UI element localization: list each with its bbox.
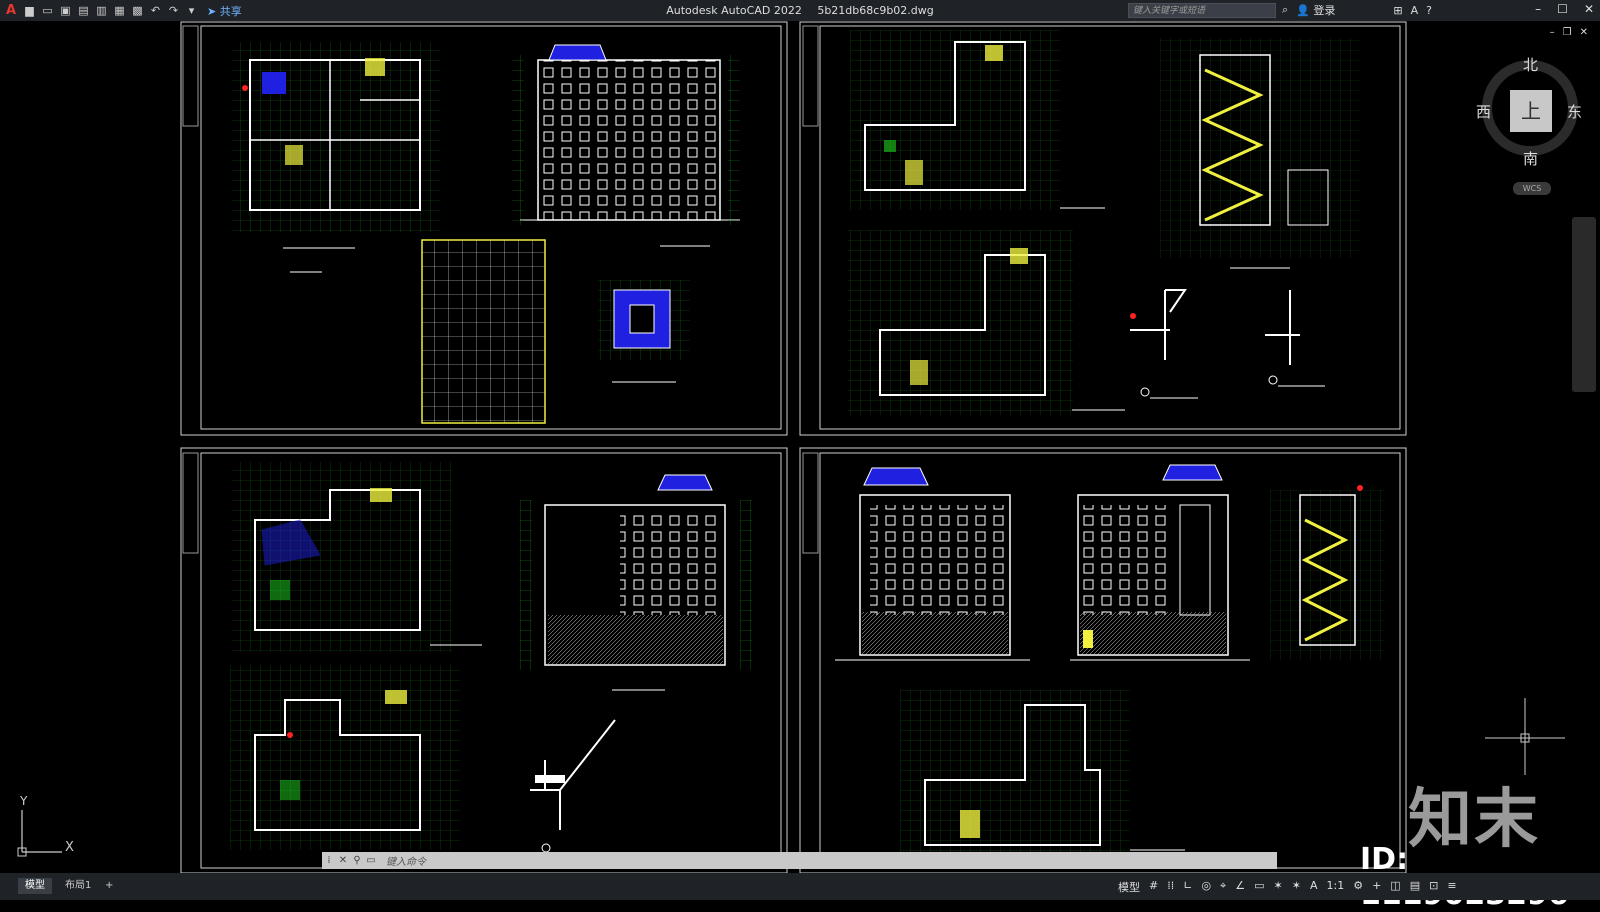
lineweight-icon[interactable]: ▭ bbox=[1254, 879, 1264, 895]
polar-icon[interactable]: ◎ bbox=[1201, 879, 1211, 895]
annotation-scale-value[interactable]: 1:1 bbox=[1327, 879, 1345, 895]
ucs-icon bbox=[17, 810, 62, 857]
command-grip-icon[interactable]: ⁞ bbox=[322, 855, 336, 866]
plus-icon[interactable]: + bbox=[1372, 879, 1381, 895]
tab-model[interactable]: 模型 bbox=[18, 878, 52, 894]
elevation-4 bbox=[1070, 464, 1250, 661]
crosshair-cursor bbox=[1485, 698, 1565, 775]
sheet-3 bbox=[180, 447, 788, 874]
isolate-icon[interactable]: ◫ bbox=[1390, 879, 1400, 895]
compass-north[interactable]: 北 bbox=[1523, 54, 1538, 75]
sheet-1 bbox=[180, 21, 788, 436]
floor-plan-4 bbox=[232, 462, 482, 652]
tab-layout1[interactable]: 布局1 bbox=[58, 878, 98, 894]
command-customize-icon[interactable]: ⚲ bbox=[350, 855, 364, 866]
status-bar: 模型 布局1 + 模型 # ⁞⁞ ∟ ◎ ⌖ ∠ ▭ ✶ ✶ A 1:1 ⚙ +… bbox=[0, 873, 1600, 900]
elevation-2 bbox=[520, 474, 752, 691]
clean-screen-icon[interactable]: ⊡ bbox=[1429, 879, 1438, 895]
osnap-icon[interactable]: ⌖ bbox=[1220, 879, 1226, 895]
auto-scale-icon[interactable]: ✶ bbox=[1292, 879, 1301, 895]
schedule-table bbox=[421, 239, 546, 424]
roof-detail bbox=[598, 280, 690, 383]
ortho-icon[interactable]: ∟ bbox=[1183, 879, 1192, 895]
command-history-icon[interactable]: ▭ bbox=[364, 855, 378, 866]
otrack-icon[interactable]: ∠ bbox=[1235, 879, 1245, 895]
section-2 bbox=[1270, 485, 1385, 660]
annotation-scale-icon[interactable]: A bbox=[1310, 879, 1318, 895]
ucs-x-label: X bbox=[65, 840, 74, 855]
tab-add[interactable]: + bbox=[98, 878, 120, 894]
grid-icon[interactable]: # bbox=[1149, 879, 1158, 895]
command-input[interactable]: 键入命令 bbox=[386, 853, 426, 868]
drawing-canvas[interactable] bbox=[0, 0, 1600, 900]
compass-west[interactable]: 西 bbox=[1476, 101, 1491, 122]
roof-section-detail bbox=[530, 719, 616, 853]
compass-south[interactable]: 南 bbox=[1523, 148, 1538, 169]
model-space-button[interactable]: 模型 bbox=[1118, 879, 1140, 895]
floor-plan-2 bbox=[850, 30, 1105, 210]
customize-status-icon[interactable]: ≡ bbox=[1447, 879, 1456, 895]
floor-plan-3 bbox=[848, 230, 1125, 415]
section-1 bbox=[1160, 38, 1360, 269]
hardware-accel-icon[interactable]: ▤ bbox=[1410, 879, 1420, 895]
sheet-2 bbox=[799, 21, 1407, 436]
navigation-bar[interactable] bbox=[1572, 217, 1596, 392]
wall-detail-1 bbox=[1130, 289, 1198, 399]
command-close-icon[interactable]: ✕ bbox=[336, 855, 350, 866]
floor-plan-1 bbox=[232, 42, 440, 232]
floor-plan-5 bbox=[230, 665, 460, 850]
compass-east[interactable]: 东 bbox=[1567, 101, 1582, 122]
command-line[interactable]: ⁞ ✕ ⚲ ▭ 键入命令 bbox=[322, 852, 1277, 869]
snap-icon[interactable]: ⁞⁞ bbox=[1167, 879, 1174, 895]
wall-detail-2 bbox=[1265, 290, 1325, 387]
elevation-1 bbox=[512, 44, 740, 225]
wcs-menu-button[interactable]: WCS bbox=[1513, 182, 1551, 195]
workspace-gear-icon[interactable]: ⚙ bbox=[1353, 879, 1363, 895]
viewcube-top-face[interactable]: 上 bbox=[1510, 90, 1552, 132]
annotation-visibility-icon[interactable]: ✶ bbox=[1274, 879, 1283, 895]
sheet-4 bbox=[799, 447, 1407, 874]
elevation-3 bbox=[835, 467, 1030, 661]
floor-plan-6 bbox=[900, 690, 1185, 855]
ucs-y-label: Y bbox=[20, 794, 28, 808]
